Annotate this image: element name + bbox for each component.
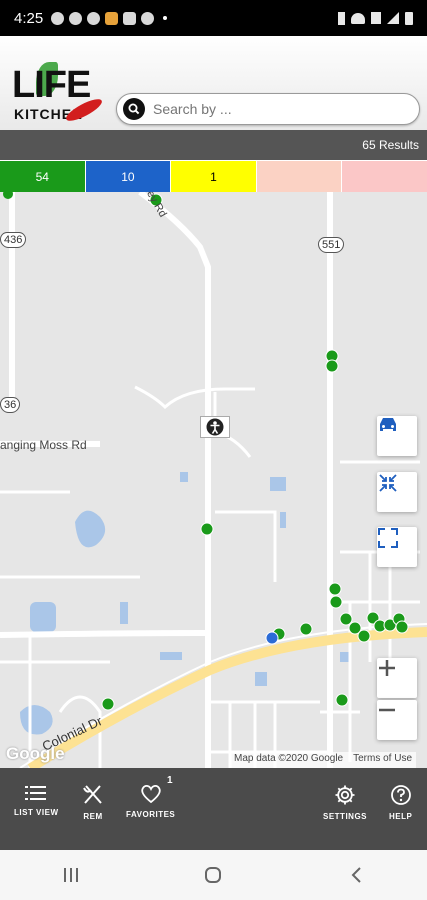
filter-tab-yellow[interactable]: 1 xyxy=(171,161,257,192)
filter-count: 10 xyxy=(121,169,135,184)
logo-text-top: LIFE xyxy=(12,64,91,106)
more-notifications-icon xyxy=(163,16,168,20)
results-bar: 65 Results xyxy=(0,130,427,160)
fullscreen-icon xyxy=(378,528,398,548)
nav-label: HELP xyxy=(389,812,413,821)
search-icon[interactable] xyxy=(123,98,145,120)
nav-label: REM xyxy=(83,812,103,821)
recents-icon xyxy=(64,868,79,882)
map-view[interactable]: 436 551 36 ey Rd anging Moss Rd Colonial… xyxy=(0,192,427,768)
battery-icon xyxy=(405,11,413,25)
home-icon xyxy=(205,867,222,883)
life-kitchen-logo: LIFE KITCHEN xyxy=(10,62,105,128)
filter-count: 54 xyxy=(35,169,49,184)
zoom-in-button[interactable] xyxy=(377,658,417,698)
calendar-icon xyxy=(123,11,137,25)
recent-apps-button[interactable] xyxy=(56,860,86,890)
home-button[interactable] xyxy=(198,860,228,890)
map-canvas xyxy=(0,192,427,768)
nav-label: FAVORITES xyxy=(126,810,176,819)
nav-rem[interactable]: REM xyxy=(82,784,104,821)
filter-tab-pink[interactable] xyxy=(342,161,427,192)
search-input[interactable] xyxy=(153,101,403,117)
map-data-text: Map data ©2020 Google xyxy=(234,753,344,764)
nav-help[interactable]: HELP xyxy=(389,784,412,821)
cloud-icon xyxy=(141,11,155,25)
timer-icon xyxy=(51,11,65,25)
filter-tab-peach[interactable] xyxy=(256,161,343,192)
person-icon xyxy=(206,418,224,436)
zoom-out-button[interactable] xyxy=(377,700,417,740)
bluetooth-icon xyxy=(338,11,345,25)
route-shield-551: 551 xyxy=(318,237,345,253)
back-button[interactable] xyxy=(341,860,371,890)
filter-tab-blue[interactable]: 10 xyxy=(85,161,172,192)
results-count: 65 Results xyxy=(362,138,419,152)
status-right-icons xyxy=(338,11,413,25)
whatsapp-icon xyxy=(69,11,83,25)
search-box[interactable] xyxy=(116,93,420,125)
utensils-icon xyxy=(83,785,102,804)
filter-tabs: 54 10 1 xyxy=(0,161,427,192)
app-screen: 4:25 LIFE KITCHEN 65 xyxy=(0,0,427,900)
bottom-nav: LIST VIEW REM FAVORITES 1 SETTINGS HELP xyxy=(0,768,427,850)
app-notification-icon xyxy=(105,11,119,25)
facebook-icon xyxy=(87,11,101,25)
collapse-arrows-icon xyxy=(379,474,397,492)
collapse-markers-button[interactable] xyxy=(377,472,417,512)
water-bodies xyxy=(20,472,350,735)
filter-count: 1 xyxy=(210,169,217,184)
drive-mode-button[interactable] xyxy=(377,416,417,456)
street-view-pegman[interactable] xyxy=(200,416,230,438)
minus-icon xyxy=(379,708,395,712)
heart-icon xyxy=(140,784,161,804)
car-icon xyxy=(380,418,396,431)
list-icon xyxy=(25,786,47,800)
signal-icon xyxy=(387,12,399,24)
road-label-hanging-moss: anging Moss Rd xyxy=(0,438,87,452)
map-attribution: Map data ©2020 Google Terms of Use xyxy=(230,752,417,768)
app-header: LIFE KITCHEN xyxy=(0,36,427,130)
google-logo: Google xyxy=(6,744,65,763)
data-icon xyxy=(371,12,381,24)
route-shield-436: 436 xyxy=(0,232,27,248)
nav-settings[interactable]: SETTINGS xyxy=(323,784,367,821)
system-nav-bar xyxy=(0,850,427,900)
favorites-count-badge: 1 xyxy=(167,775,174,786)
fullscreen-button[interactable] xyxy=(377,527,417,567)
filter-tab-green[interactable]: 54 xyxy=(0,161,86,192)
wifi-icon xyxy=(351,12,365,24)
help-icon xyxy=(390,785,411,805)
nav-label: LIST VIEW xyxy=(14,808,59,817)
nav-favorites[interactable]: FAVORITES 1 xyxy=(126,775,176,819)
status-bar: 4:25 xyxy=(0,0,427,36)
gear-icon xyxy=(335,785,355,805)
nav-label: SETTINGS xyxy=(323,812,368,821)
plus-icon xyxy=(379,660,395,676)
nav-list-view[interactable]: LIST VIEW xyxy=(14,784,59,817)
terms-of-use-link[interactable]: Terms of Use xyxy=(353,753,412,767)
status-time: 4:25 xyxy=(14,9,44,27)
back-chevron-icon xyxy=(351,867,361,883)
